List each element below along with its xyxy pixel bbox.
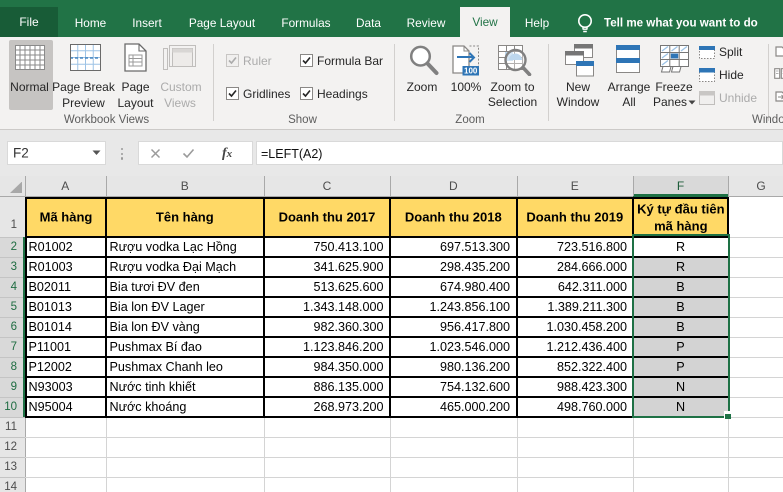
svg-text:100: 100 — [464, 67, 478, 76]
